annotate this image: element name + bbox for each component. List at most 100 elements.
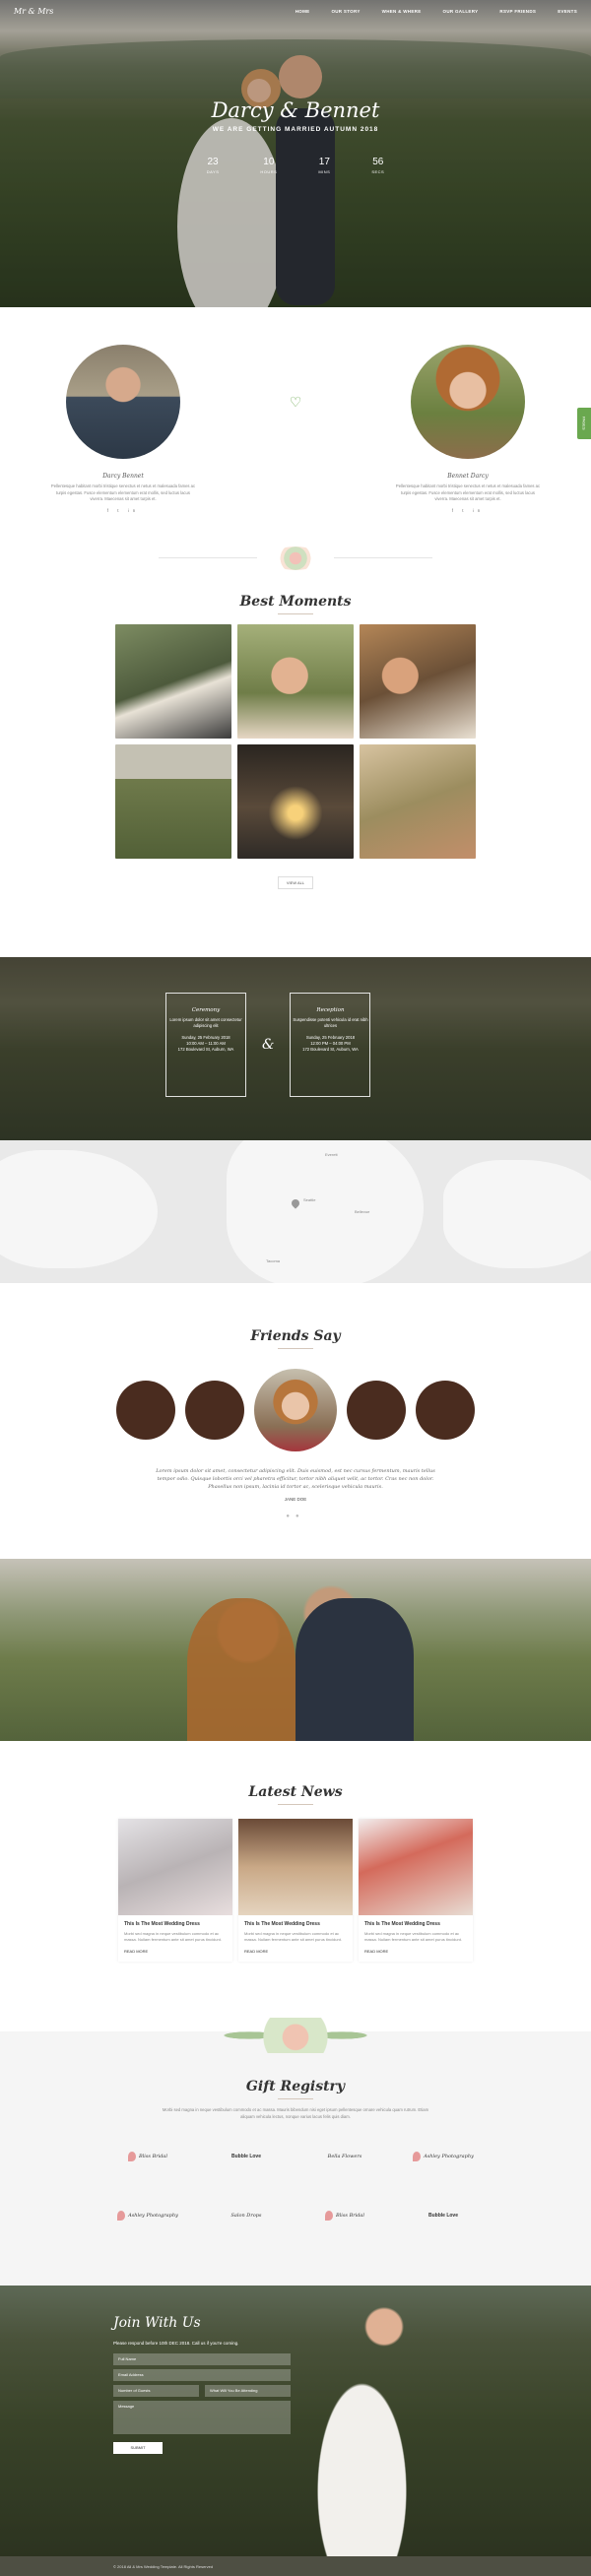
gallery-photo[interactable]: [115, 623, 231, 739]
read-more-link[interactable]: READ MORE: [364, 1949, 467, 1954]
friend-avatar[interactable]: [185, 1381, 244, 1440]
countdown-secs-value: 56: [372, 157, 384, 167]
map-city-label: Seattle: [303, 1197, 316, 1202]
gallery-photo[interactable]: [360, 743, 476, 859]
nav-item-events[interactable]: EVENTS: [558, 9, 577, 14]
nav-item-home[interactable]: HOME: [296, 9, 310, 14]
news-card[interactable]: This Is The Most Wedding Dress Morbi sed…: [238, 1819, 353, 1962]
news-card-title[interactable]: This Is The Most Wedding Dress: [124, 1921, 227, 1927]
location-map[interactable]: Seattle Bellevue Tacoma Everett: [0, 1140, 591, 1283]
friends-title: Friends Say: [0, 1328, 591, 1349]
view-all-button[interactable]: VIEW ALL: [278, 875, 313, 889]
news-card-title[interactable]: This Is The Most Wedding Dress: [364, 1921, 467, 1927]
flower-icon: [271, 546, 320, 570]
rsvp-subtitle: Please respond before 10th DEC 2018. Cal…: [113, 2341, 239, 2346]
full-name-field[interactable]: Full Name: [113, 2353, 291, 2365]
map-city-label: Bellevue: [355, 1209, 370, 1214]
attending-select[interactable]: What Will You Be Attending: [205, 2385, 291, 2397]
countdown: 23 DAYS 10 HOURS 17 MINS 56 SECS: [0, 157, 591, 174]
groom-social-icons[interactable]: f t in: [49, 508, 197, 513]
nav-item-when-where[interactable]: WHEN & WHERE: [382, 9, 422, 14]
map-city-label: Tacoma: [266, 1258, 281, 1263]
reception-title: Reception: [316, 1007, 345, 1013]
hero-title: Darcy & Bennet: [211, 98, 380, 122]
news-card-body: This Is The Most Wedding Dress Morbi sed…: [359, 1915, 473, 1962]
news-image[interactable]: [118, 1819, 232, 1915]
moments-gallery: [0, 623, 591, 859]
couple-row: Darcy Bennet Pellentesque habitant morbi…: [0, 345, 591, 513]
groom-profile: Darcy Bennet Pellentesque habitant morbi…: [49, 345, 197, 513]
ceremony-title: Ceremony: [191, 1007, 221, 1013]
countdown-days-label: DAYS: [206, 169, 220, 174]
bride-bio: Pellentesque habitant morbi tristique se…: [395, 483, 541, 501]
countdown-hours: 10 HOURS: [260, 157, 277, 174]
friend-avatars: [0, 1369, 591, 1451]
news-card-title[interactable]: This Is The Most Wedding Dress: [244, 1921, 347, 1927]
site-logo[interactable]: Mr & Mrs: [14, 7, 53, 16]
friend-avatar[interactable]: [416, 1381, 475, 1440]
read-more-link[interactable]: READ MORE: [244, 1949, 347, 1954]
news-image[interactable]: [238, 1819, 353, 1915]
logo-mark-icon: [413, 2152, 422, 2161]
bride-profile: Bennet Darcy Pellentesque habitant morbi…: [394, 345, 542, 513]
registry-logo[interactable]: Bubble Love: [404, 2201, 483, 2230]
friends-section: Friends Say Lorem ipsum dolor sit amet, …: [0, 1283, 591, 1559]
map-land: [443, 1160, 591, 1268]
divider-line-right: [334, 557, 432, 558]
bride-name: Bennet Darcy: [447, 473, 489, 480]
registry-logo-text: Bliss Bridal: [335, 2213, 365, 2219]
countdown-mins-label: MINS: [318, 169, 331, 174]
submit-button[interactable]: SUBMIT: [113, 2442, 163, 2454]
guests-field[interactable]: Number of Guests: [113, 2385, 199, 2397]
countdown-mins: 17 MINS: [318, 157, 330, 174]
flower-garland-icon: [219, 2018, 372, 2053]
news-card[interactable]: This Is The Most Wedding Dress Morbi sed…: [118, 1819, 232, 1962]
countdown-days-value: 23: [207, 157, 219, 167]
hero-section: Mr & Mrs HOME OUR STORY WHEN & WHERE OUR…: [0, 0, 591, 307]
news-card[interactable]: This Is The Most Wedding Dress Morbi sed…: [359, 1819, 473, 1962]
registry-logo[interactable]: Salon Drops: [207, 2201, 286, 2230]
groom-portrait: [66, 345, 180, 459]
countdown-hours-label: HOURS: [260, 169, 278, 174]
nav-item-gallery[interactable]: OUR GALLERY: [443, 9, 479, 14]
news-card-text: Morbi sed magna in neque vestibulum comm…: [244, 1931, 342, 1942]
message-field[interactable]: Message: [113, 2401, 291, 2434]
divider-line-left: [159, 557, 257, 558]
friend-avatar[interactable]: [116, 1381, 175, 1440]
gallery-photo[interactable]: [115, 743, 231, 859]
news-title: Latest News: [0, 1784, 591, 1805]
couple-banner-photo: [0, 1559, 591, 1741]
groom-bio: Pellentesque habitant morbi tristique se…: [50, 483, 196, 501]
registry-logo[interactable]: Bliss Bridal: [305, 2201, 384, 2230]
gallery-photo[interactable]: [237, 743, 354, 859]
registry-logo[interactable]: Bliss Bridal: [108, 2142, 187, 2171]
registry-logo[interactable]: Bella Flowers: [305, 2142, 384, 2171]
ceremony-box: Ceremony Lorem ipsum dolor sit amet cons…: [165, 993, 246, 1097]
friend-avatar[interactable]: [347, 1381, 406, 1440]
registry-text: Morbi sed magna in neque vestibulum comm…: [162, 2107, 429, 2119]
nav-item-our-story[interactable]: OUR STORY: [331, 9, 360, 14]
gallery-photo[interactable]: [360, 623, 476, 739]
countdown-mins-value: 17: [318, 157, 330, 167]
gallery-photo[interactable]: [237, 623, 354, 739]
slider-dots[interactable]: ●●: [0, 1513, 591, 1519]
registry-section: Gift Registry Morbi sed magna in neque v…: [0, 2018, 591, 2286]
news-image[interactable]: [359, 1819, 473, 1915]
email-field[interactable]: Email Address: [113, 2369, 291, 2381]
friend-avatar-active[interactable]: [254, 1369, 337, 1451]
registry-title: Gift Registry: [0, 2079, 591, 2099]
news-card-body: This Is The Most Wedding Dress Morbi sed…: [238, 1915, 353, 1962]
registry-logo[interactable]: Bubble Love: [207, 2142, 286, 2171]
registry-logo-text: Bubble Love: [230, 2154, 261, 2159]
nav-menu: HOME OUR STORY WHEN & WHERE OUR GALLERY …: [296, 9, 577, 14]
news-card-body: This Is The Most Wedding Dress Morbi sed…: [118, 1915, 232, 1962]
bride-social-icons[interactable]: f t in: [394, 508, 542, 513]
bride-portrait: [411, 345, 525, 459]
read-more-link[interactable]: READ MORE: [124, 1949, 227, 1954]
countdown-days: 23 DAYS: [207, 157, 220, 174]
testimonial-name: JANE DOE: [284, 1497, 307, 1502]
registry-logo[interactable]: Ashley Photography: [108, 2201, 187, 2230]
nav-item-rsvp[interactable]: RSVP FRIENDS: [499, 9, 536, 14]
moments-title: Best Moments: [0, 594, 591, 614]
registry-logo[interactable]: Ashley Photography: [404, 2142, 483, 2171]
